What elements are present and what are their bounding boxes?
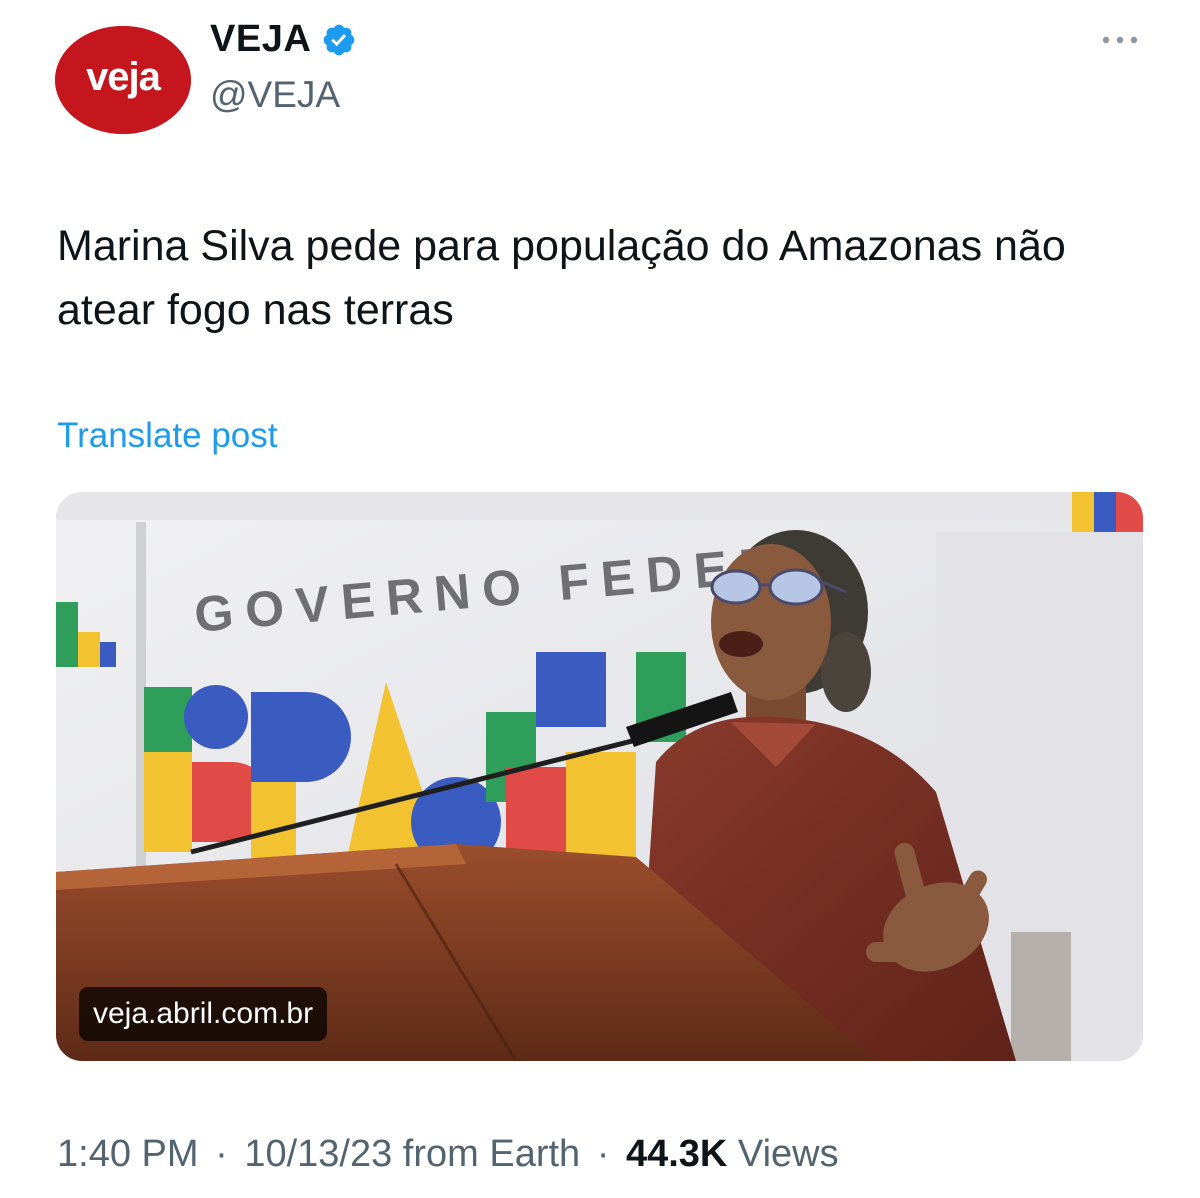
post-time[interactable]: 1:40 PM [57,1133,199,1175]
translate-post-link[interactable]: Translate post [57,416,277,456]
avatar[interactable]: veja [55,26,191,134]
views-count[interactable]: 44.3K [626,1133,727,1175]
author-display-name[interactable]: VEJA [210,18,311,61]
views-label: Views [737,1133,839,1175]
post-date-location[interactable]: 10/13/23 from Earth [244,1133,580,1175]
post-text: Marina Silva pede para população do Amaz… [57,222,1066,334]
author-name-row[interactable]: VEJA [210,18,357,61]
author-handle[interactable]: @VEJA [210,74,340,116]
meta-separator: · [215,1133,228,1175]
post-container: veja VEJA @VEJA Marina Silva pede para p… [0,0,1200,1198]
avatar-logo-text: veja [86,55,162,99]
verified-badge-icon [323,24,355,55]
article-photo: GOVERNO FEDER [56,492,1143,1061]
meta-separator: · [596,1133,610,1175]
more-options-icon[interactable] [1100,30,1140,50]
post-meta: 1:40 PM · 10/13/23 from Earth · 44.3K Vi… [57,1133,839,1176]
link-domain-badge[interactable]: veja.abril.com.br [79,987,328,1041]
media-card[interactable]: GOVERNO FEDER [56,492,1143,1061]
veja-logo: veja [55,26,191,134]
